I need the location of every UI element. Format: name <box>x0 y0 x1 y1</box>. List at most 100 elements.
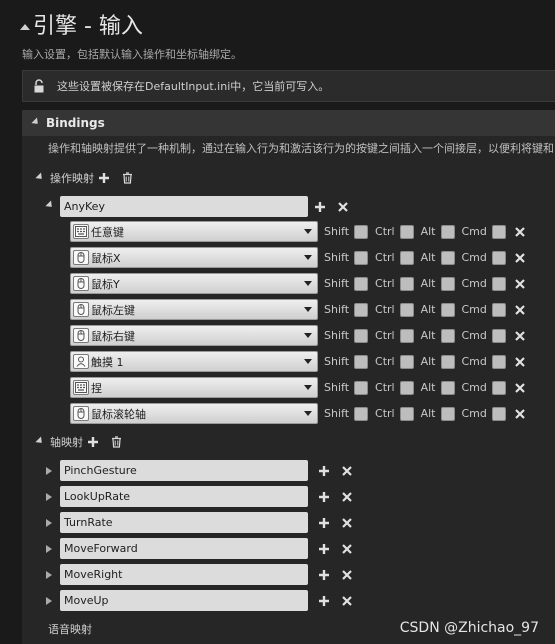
modifier-shift: Shift <box>324 250 369 265</box>
modifier-cmd-checkbox[interactable] <box>491 276 506 291</box>
clear-action-mappings-trash-icon[interactable] <box>122 172 133 184</box>
add-axis-key-plus-icon[interactable] <box>318 491 330 503</box>
add-axis-key-plus-icon[interactable] <box>318 517 330 529</box>
expand-triangle-icon[interactable] <box>31 116 41 127</box>
page-subtitle: 输入设置，包括默认输入操作和坐标轴绑定。 <box>22 48 242 61</box>
axis-expand-icon[interactable] <box>46 544 52 553</box>
modifier-ctrl-checkbox[interactable] <box>399 406 414 421</box>
key-select[interactable]: 触摸 1 <box>70 351 318 372</box>
notice-text: 这些设置被保存在DefaultInput.ini中，它当前可写入。 <box>57 80 330 93</box>
modifier-alt-checkbox[interactable] <box>440 354 455 369</box>
axis-expand-icon[interactable] <box>46 492 52 501</box>
modifier-alt-checkbox[interactable] <box>440 328 455 343</box>
key-select[interactable]: 捏 <box>70 377 318 398</box>
action-mappings-expand-icon[interactable] <box>35 171 45 182</box>
modifier-ctrl-checkbox[interactable] <box>399 328 414 343</box>
modifier-ctrl-checkbox[interactable] <box>399 250 414 265</box>
page-title: 引擎 - 输入 <box>20 8 143 40</box>
modifier-label: Alt <box>420 303 436 316</box>
axis-mapping-name-input[interactable]: TurnRate <box>60 512 308 533</box>
key-select[interactable]: 鼠标滚轮轴 <box>70 403 318 424</box>
modifier-shift-checkbox[interactable] <box>354 276 369 291</box>
modifier-ctrl: Ctrl <box>375 380 414 395</box>
modifier-label: Ctrl <box>375 277 395 290</box>
key-binding-row: 鼠标右键 Shift Ctrl Alt Cmd <box>70 325 525 346</box>
modifier-ctrl-checkbox[interactable] <box>399 276 414 291</box>
modifier-shift-checkbox[interactable] <box>354 224 369 239</box>
add-key-plus-icon[interactable] <box>314 201 326 213</box>
remove-axis-mapping-x-icon[interactable] <box>342 595 352 606</box>
axis-expand-icon[interactable] <box>46 466 52 475</box>
remove-key-x-icon[interactable] <box>515 330 525 341</box>
collapse-triangle-icon[interactable] <box>20 24 30 30</box>
modifier-label: Shift <box>324 381 350 394</box>
remove-axis-mapping-x-icon[interactable] <box>342 491 352 502</box>
remove-mapping-x-icon[interactable] <box>338 201 348 212</box>
modifier-ctrl: Ctrl <box>375 406 414 421</box>
modifier-cmd-checkbox[interactable] <box>491 328 506 343</box>
add-axis-mapping-plus-icon[interactable] <box>87 436 99 448</box>
modifier-alt-checkbox[interactable] <box>440 224 455 239</box>
modifier-alt-checkbox[interactable] <box>440 380 455 395</box>
modifier-shift-checkbox[interactable] <box>354 406 369 421</box>
modifier-shift-checkbox[interactable] <box>354 302 369 317</box>
key-select[interactable]: 鼠标右键 <box>70 325 318 346</box>
remove-axis-mapping-x-icon[interactable] <box>342 517 352 528</box>
remove-key-x-icon[interactable] <box>515 226 525 237</box>
axis-mappings-expand-icon[interactable] <box>35 435 45 446</box>
remove-axis-mapping-x-icon[interactable] <box>342 569 352 580</box>
modifier-ctrl-checkbox[interactable] <box>399 224 414 239</box>
modifier-ctrl-checkbox[interactable] <box>399 354 414 369</box>
axis-expand-icon[interactable] <box>46 596 52 605</box>
axis-mapping-name-input[interactable]: MoveForward <box>60 538 308 559</box>
modifier-cmd-checkbox[interactable] <box>491 380 506 395</box>
axis-mapping-name-input[interactable]: PinchGesture <box>60 460 308 481</box>
add-axis-key-plus-icon[interactable] <box>318 465 330 477</box>
modifier-label: Ctrl <box>375 381 395 394</box>
remove-key-x-icon[interactable] <box>515 278 525 289</box>
add-axis-key-plus-icon[interactable] <box>318 595 330 607</box>
remove-key-x-icon[interactable] <box>515 408 525 419</box>
axis-mapping-name-input[interactable]: LookUpRate <box>60 486 308 507</box>
modifier-cmd-checkbox[interactable] <box>491 406 506 421</box>
modifier-alt-checkbox[interactable] <box>440 276 455 291</box>
modifier-alt-checkbox[interactable] <box>440 302 455 317</box>
modifier-shift-checkbox[interactable] <box>354 328 369 343</box>
modifier-label: Alt <box>420 329 436 342</box>
modifier-cmd-checkbox[interactable] <box>491 250 506 265</box>
action-mapping-expand-icon[interactable] <box>45 200 55 210</box>
axis-mapping-name-input[interactable]: MoveRight <box>60 564 308 585</box>
axis-expand-icon[interactable] <box>46 518 52 527</box>
add-action-mapping-plus-icon[interactable] <box>98 172 110 184</box>
modifier-cmd-checkbox[interactable] <box>491 302 506 317</box>
axis-mapping-name-input[interactable]: MoveUp <box>60 590 308 611</box>
remove-key-x-icon[interactable] <box>515 252 525 263</box>
action-mapping-name-input[interactable]: AnyKey <box>60 196 308 217</box>
key-select[interactable]: 鼠标X <box>70 247 318 268</box>
key-select[interactable]: 鼠标左键 <box>70 299 318 320</box>
modifier-cmd: Cmd <box>462 250 506 265</box>
remove-key-x-icon[interactable] <box>515 304 525 315</box>
modifier-cmd-checkbox[interactable] <box>491 354 506 369</box>
modifier-ctrl-checkbox[interactable] <box>399 302 414 317</box>
remove-key-x-icon[interactable] <box>515 356 525 367</box>
modifier-cmd-checkbox[interactable] <box>491 224 506 239</box>
remove-key-x-icon[interactable] <box>515 382 525 393</box>
modifier-alt-checkbox[interactable] <box>440 250 455 265</box>
modifier-alt-checkbox[interactable] <box>440 406 455 421</box>
modifier-ctrl-checkbox[interactable] <box>399 380 414 395</box>
add-axis-key-plus-icon[interactable] <box>318 543 330 555</box>
bindings-section-header[interactable]: Bindings <box>22 110 555 136</box>
modifier-label: Cmd <box>461 355 487 368</box>
remove-axis-mapping-x-icon[interactable] <box>342 543 352 554</box>
key-select[interactable]: 任意键 <box>70 221 318 242</box>
key-select[interactable]: 鼠标Y <box>70 273 318 294</box>
add-axis-key-plus-icon[interactable] <box>318 569 330 581</box>
modifier-shift-checkbox[interactable] <box>354 250 369 265</box>
remove-axis-mapping-x-icon[interactable] <box>342 465 352 476</box>
modifier-shift-checkbox[interactable] <box>354 354 369 369</box>
clear-axis-mappings-trash-icon[interactable] <box>111 436 122 448</box>
key-select-value: 任意键 <box>91 225 124 239</box>
axis-expand-icon[interactable] <box>46 570 52 579</box>
modifier-shift-checkbox[interactable] <box>354 380 369 395</box>
